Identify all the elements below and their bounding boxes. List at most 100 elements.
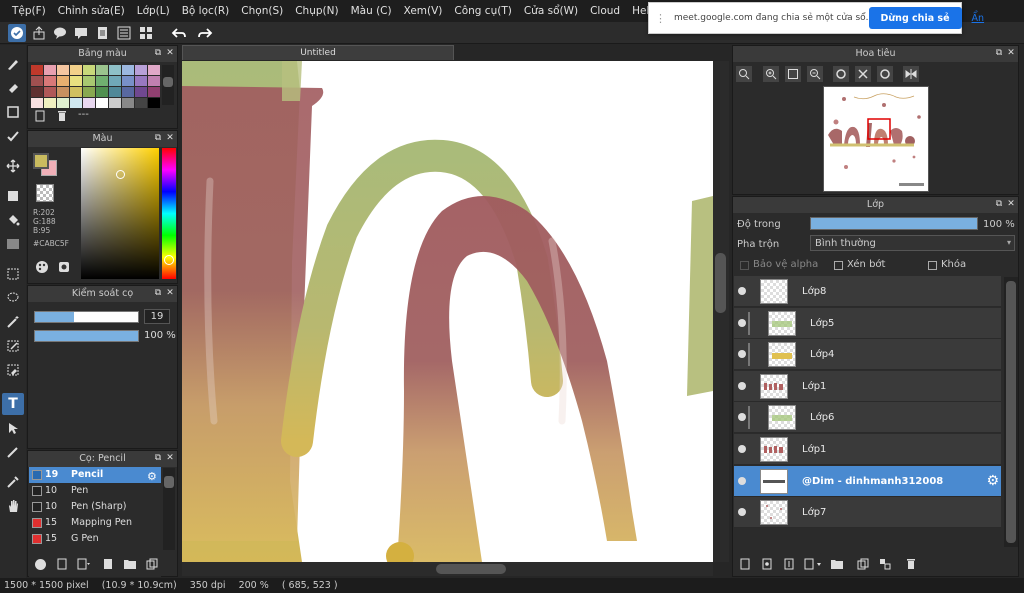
drawing-canvas[interactable] bbox=[182, 61, 713, 562]
new-layer-icon[interactable] bbox=[737, 556, 753, 572]
comment-icon[interactable] bbox=[51, 24, 69, 42]
delete-palette-icon[interactable] bbox=[54, 108, 70, 124]
layer-row[interactable]: @Dim - dinhmanh312008 ⚙ bbox=[734, 465, 1001, 497]
merge-layer-icon[interactable] bbox=[877, 556, 893, 572]
layer-opacity-slider[interactable] bbox=[810, 217, 978, 230]
gradient-tool-icon[interactable] bbox=[2, 233, 24, 255]
eyedropper-tool-icon[interactable] bbox=[2, 471, 24, 493]
color-picker-icon[interactable] bbox=[56, 259, 72, 275]
grid-icon[interactable] bbox=[137, 24, 155, 42]
palette-swatch[interactable] bbox=[83, 76, 95, 86]
palette-swatch[interactable] bbox=[122, 65, 134, 75]
layer-row[interactable]: Lớp1 bbox=[734, 434, 1001, 465]
layer-visibility-icon[interactable] bbox=[738, 287, 746, 295]
brush-list-scrollbar[interactable] bbox=[163, 468, 175, 550]
palette-swatch[interactable] bbox=[70, 87, 82, 97]
duplicate-layer-icon[interactable] bbox=[855, 556, 871, 572]
text-tool-icon[interactable]: T bbox=[2, 393, 24, 415]
blend-mode-select[interactable]: Bình thường ▾ bbox=[810, 235, 1015, 251]
brush-size-value[interactable]: 19 bbox=[144, 309, 170, 324]
menu-item[interactable]: Lớp(L) bbox=[131, 5, 176, 17]
color-wheel-icon[interactable] bbox=[34, 259, 50, 275]
palette-swatch[interactable] bbox=[96, 87, 108, 97]
stop-sharing-button[interactable]: Dừng chia sẻ bbox=[868, 7, 962, 29]
menu-item[interactable]: Cửa sổ(W) bbox=[518, 5, 584, 17]
rectangle-select-tool-icon[interactable] bbox=[2, 101, 24, 123]
move-tool-icon[interactable] bbox=[2, 155, 24, 177]
fit-window-icon[interactable] bbox=[785, 66, 801, 82]
lock-checkbox[interactable] bbox=[928, 261, 937, 270]
select-tool-icon[interactable] bbox=[2, 263, 24, 285]
popout-icon[interactable]: ⧉ bbox=[153, 453, 163, 463]
pen-tool-icon[interactable] bbox=[2, 441, 24, 463]
canvas-vertical-scrollbar[interactable] bbox=[713, 61, 729, 562]
protect-alpha-checkbox[interactable] bbox=[740, 261, 749, 270]
clipping-checkbox[interactable] bbox=[834, 261, 843, 270]
hue-slider[interactable] bbox=[162, 148, 176, 279]
close-icon[interactable]: ✕ bbox=[165, 453, 175, 463]
menu-item[interactable]: Chỉnh sửa(E) bbox=[52, 5, 131, 17]
palette-swatch[interactable] bbox=[135, 76, 147, 86]
color-picker-cursor[interactable] bbox=[116, 170, 125, 179]
brush-menu-icon[interactable] bbox=[76, 556, 92, 572]
layer-row[interactable]: Lớp8 bbox=[734, 276, 1001, 307]
palette-swatch[interactable] bbox=[122, 98, 134, 108]
navigator-preview[interactable] bbox=[823, 86, 929, 192]
close-icon[interactable]: ✕ bbox=[165, 288, 175, 298]
layer-row[interactable]: Lớp4 bbox=[734, 339, 1001, 371]
close-icon[interactable]: ✕ bbox=[1006, 48, 1016, 58]
flip-icon[interactable] bbox=[903, 66, 919, 82]
popout-icon[interactable]: ⧉ bbox=[153, 48, 163, 58]
palette-swatch[interactable] bbox=[109, 87, 121, 97]
rotate-left-icon[interactable] bbox=[833, 66, 849, 82]
palette-swatch[interactable] bbox=[109, 98, 121, 108]
palette-swatch[interactable] bbox=[148, 87, 160, 97]
layer-settings-gear-icon[interactable]: ⚙ bbox=[986, 473, 999, 489]
palette-swatch[interactable] bbox=[57, 65, 69, 75]
palette-swatch[interactable] bbox=[148, 65, 160, 75]
menu-item[interactable]: Màu (C) bbox=[345, 5, 398, 17]
palette-swatch[interactable] bbox=[31, 98, 43, 108]
palette-swatch[interactable] bbox=[70, 98, 82, 108]
brush-item[interactable]: 19 Pencil bbox=[29, 467, 161, 483]
vertical-scroll-thumb[interactable] bbox=[715, 253, 726, 313]
palette-swatch[interactable] bbox=[31, 76, 43, 86]
share-icon[interactable] bbox=[30, 24, 48, 42]
hand-tool-icon[interactable] bbox=[2, 495, 24, 517]
palette-swatch[interactable] bbox=[57, 76, 69, 86]
new-layer-8bit-icon[interactable] bbox=[759, 556, 775, 572]
brush-size-slider[interactable] bbox=[34, 311, 139, 323]
layer-row[interactable]: Lớp6 bbox=[734, 402, 1001, 434]
layer-folder-icon[interactable] bbox=[829, 556, 845, 572]
layer-visibility-icon[interactable] bbox=[738, 476, 746, 485]
layer-list-scrollbar[interactable] bbox=[1004, 277, 1018, 547]
delete-layer-icon[interactable] bbox=[903, 556, 919, 572]
layer-visibility-icon[interactable] bbox=[738, 381, 746, 390]
palette-swatch[interactable] bbox=[96, 98, 108, 108]
palette-swatch[interactable] bbox=[83, 98, 95, 108]
brush-tool-icon[interactable] bbox=[2, 53, 24, 75]
operation-tool-icon[interactable] bbox=[2, 417, 24, 439]
popout-icon[interactable]: ⧉ bbox=[153, 133, 163, 143]
palette-swatch[interactable] bbox=[44, 65, 56, 75]
menu-item[interactable]: Bộ lọc(R) bbox=[176, 5, 236, 17]
palette-swatch[interactable] bbox=[148, 98, 160, 108]
palette-swatch[interactable] bbox=[57, 98, 69, 108]
palette-swatch[interactable] bbox=[83, 65, 95, 75]
undo-icon[interactable] bbox=[170, 24, 188, 42]
layer-row[interactable]: Lớp1 bbox=[734, 370, 1001, 402]
brush-item[interactable]: 10 Pen (Sharp) bbox=[29, 499, 161, 515]
close-icon[interactable]: ✕ bbox=[165, 48, 175, 58]
hue-slider-handle[interactable] bbox=[164, 255, 174, 265]
close-icon[interactable]: ✕ bbox=[165, 133, 175, 143]
palette-scrollbar[interactable] bbox=[162, 65, 174, 105]
primary-color-swatch[interactable] bbox=[33, 153, 49, 169]
popout-icon[interactable]: ⧉ bbox=[153, 288, 163, 298]
transparent-color-swatch[interactable] bbox=[36, 184, 54, 202]
new-brush-icon[interactable] bbox=[54, 556, 70, 572]
checkmark-tool-icon[interactable] bbox=[2, 125, 24, 147]
new-layer-1bit-icon[interactable] bbox=[781, 556, 797, 572]
palette-swatch[interactable] bbox=[135, 98, 147, 108]
canvas-tab[interactable]: Untitled bbox=[182, 45, 454, 60]
select-eraser-tool-icon[interactable] bbox=[2, 359, 24, 381]
